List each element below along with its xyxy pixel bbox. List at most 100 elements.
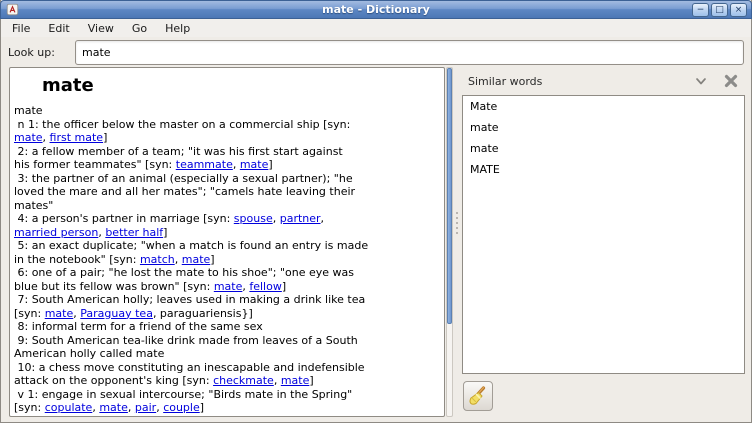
similar-words-list: MatematemateMATE xyxy=(462,95,745,374)
definition-link[interactable]: mate xyxy=(214,280,243,293)
definition-line: married person, better half] xyxy=(14,226,440,240)
definition-link[interactable]: mate xyxy=(45,307,74,320)
definition-link[interactable]: mate xyxy=(99,401,128,414)
close-icon: × xyxy=(735,5,743,16)
definition-text: [syn: xyxy=(14,401,45,414)
definition-link[interactable]: married person xyxy=(14,226,98,239)
chevron-down-icon[interactable] xyxy=(695,77,707,86)
definition-link[interactable]: Paraguay tea xyxy=(80,307,153,320)
definition-line: in the notebook" [syn: match, mate] xyxy=(14,253,440,267)
definition-line: loved the mare and all her mates"; "came… xyxy=(14,185,440,199)
definition-link[interactable]: partner xyxy=(280,212,321,225)
close-button[interactable]: × xyxy=(730,3,747,17)
definition-text: mate xyxy=(14,104,43,117)
similar-word-item[interactable]: mate xyxy=(463,117,744,138)
menu-go[interactable]: Go xyxy=(123,20,156,37)
definition-line: 7: South American holly; leaves used in … xyxy=(14,293,440,307)
definition-line: mate xyxy=(14,104,440,118)
definition-text: in the notebook" [syn: xyxy=(14,253,140,266)
definition-line: 8: informal term for a friend of the sam… xyxy=(14,320,440,334)
broom-icon xyxy=(467,385,489,407)
definition-link[interactable]: pair xyxy=(135,401,156,414)
minimize-button[interactable]: − xyxy=(692,3,709,17)
definition-text: 2: a fellow member of a team; "it was hi… xyxy=(14,145,343,158)
definition-link[interactable]: couple xyxy=(163,401,200,414)
definition-line: 2: a fellow member of a team; "it was hi… xyxy=(14,145,440,159)
pane-resize-handle[interactable] xyxy=(455,212,459,244)
menubar: File Edit View Go Help xyxy=(1,19,751,37)
definition-text: , xyxy=(43,131,50,144)
definition-lines: mate n 1: the officer below the master o… xyxy=(14,104,440,415)
definition-panel: mate mate n 1: the officer below the mas… xyxy=(9,67,445,417)
minimize-icon: − xyxy=(697,5,705,16)
definition-link[interactable]: better half xyxy=(105,226,163,239)
definition-line: 9: South American tea-like drink made fr… xyxy=(14,334,440,348)
dictionary-window: mate - Dictionary − □ × File Edit View G… xyxy=(0,0,752,423)
definition-text: ] xyxy=(103,131,107,144)
definition-line: 6: one of a pair; "he lost the mate to h… xyxy=(14,266,440,280)
definition-link[interactable]: fellow xyxy=(249,280,281,293)
definition-text: ] xyxy=(210,253,214,266)
lookup-input[interactable] xyxy=(75,40,744,65)
definition-link[interactable]: match xyxy=(140,253,175,266)
definition-link[interactable]: mate xyxy=(14,131,43,144)
dictionary-book-icon xyxy=(6,3,19,16)
definition-link[interactable]: copulate xyxy=(45,401,93,414)
definition-text: [syn: xyxy=(14,307,45,320)
definition-text: loved the mare and all her mates"; "came… xyxy=(14,185,355,198)
sidebar-header: Similar words xyxy=(462,68,745,94)
definition-line: mates" xyxy=(14,199,440,213)
titlebar[interactable]: mate - Dictionary − □ × xyxy=(0,0,752,19)
definition-line: [syn: copulate, mate, pair, couple] xyxy=(14,401,440,415)
definition-text: , xyxy=(128,401,135,414)
menu-help[interactable]: Help xyxy=(156,20,199,37)
definition-link[interactable]: teammate xyxy=(176,158,233,171)
definition-link[interactable]: checkmate xyxy=(213,374,274,387)
menu-file[interactable]: File xyxy=(3,20,39,37)
maximize-icon: □ xyxy=(715,5,724,16)
definition-text: , paraguariensis}] xyxy=(153,307,253,320)
definition-text: , xyxy=(233,158,240,171)
definition-text: his former teammates" [syn: xyxy=(14,158,176,171)
definition-text: ] xyxy=(282,280,286,293)
definition-link[interactable]: spouse xyxy=(234,212,273,225)
definition-text: , xyxy=(274,374,281,387)
definition-line: attack on the opponent's king [syn: chec… xyxy=(14,374,440,388)
definition-link[interactable]: first mate xyxy=(50,131,104,144)
lookup-row: Look up: xyxy=(1,37,751,67)
definition-text: v 1: engage in sexual intercourse; "Bird… xyxy=(14,388,352,401)
definition-text: 6: one of a pair; "he lost the mate to h… xyxy=(14,266,354,279)
similar-word-item[interactable]: mate xyxy=(463,138,744,159)
menu-view[interactable]: View xyxy=(79,20,123,37)
definition-link[interactable]: mate xyxy=(240,158,269,171)
definition-text: mates" xyxy=(14,199,53,212)
sidebar-title: Similar words xyxy=(468,75,542,88)
similar-words-sidebar: Similar words MatematemateMATE xyxy=(462,68,745,417)
definition-text: ] xyxy=(200,401,204,414)
definition-text: attack on the opponent's king [syn: xyxy=(14,374,213,387)
sidebar-close-icon[interactable] xyxy=(723,73,739,89)
clear-similar-words-button[interactable] xyxy=(463,381,493,411)
definition-link[interactable]: mate xyxy=(182,253,211,266)
definition-line: mate, first mate] xyxy=(14,131,440,145)
definition-line: 3: the partner of an animal (especially … xyxy=(14,172,440,186)
definition-line: [syn: mate, Paraguay tea, paraguariensis… xyxy=(14,307,440,321)
definition-text: 7: South American holly; leaves used in … xyxy=(14,293,365,306)
menu-edit[interactable]: Edit xyxy=(39,20,78,37)
window-controls: − □ × xyxy=(692,3,747,17)
definition-text: American holly called mate xyxy=(14,347,164,360)
definition-line: blue but its fellow was brown" [syn: mat… xyxy=(14,280,440,294)
definition-headword: mate xyxy=(42,76,440,96)
definition-text: , xyxy=(175,253,182,266)
definition-text: , xyxy=(273,212,280,225)
definition-line: n 1: the officer below the master on a c… xyxy=(14,118,440,132)
similar-word-item[interactable]: MATE xyxy=(463,159,744,180)
definition-link[interactable]: mate xyxy=(281,374,310,387)
definition-text: 3: the partner of an animal (especially … xyxy=(14,172,353,185)
definition-text: ] xyxy=(309,374,313,387)
definition-text: , xyxy=(321,212,325,225)
maximize-button[interactable]: □ xyxy=(711,3,728,17)
definition-scrollbar[interactable] xyxy=(446,67,453,417)
similar-word-item[interactable]: Mate xyxy=(463,96,744,117)
definition-scrollbar-slider[interactable] xyxy=(447,68,452,324)
